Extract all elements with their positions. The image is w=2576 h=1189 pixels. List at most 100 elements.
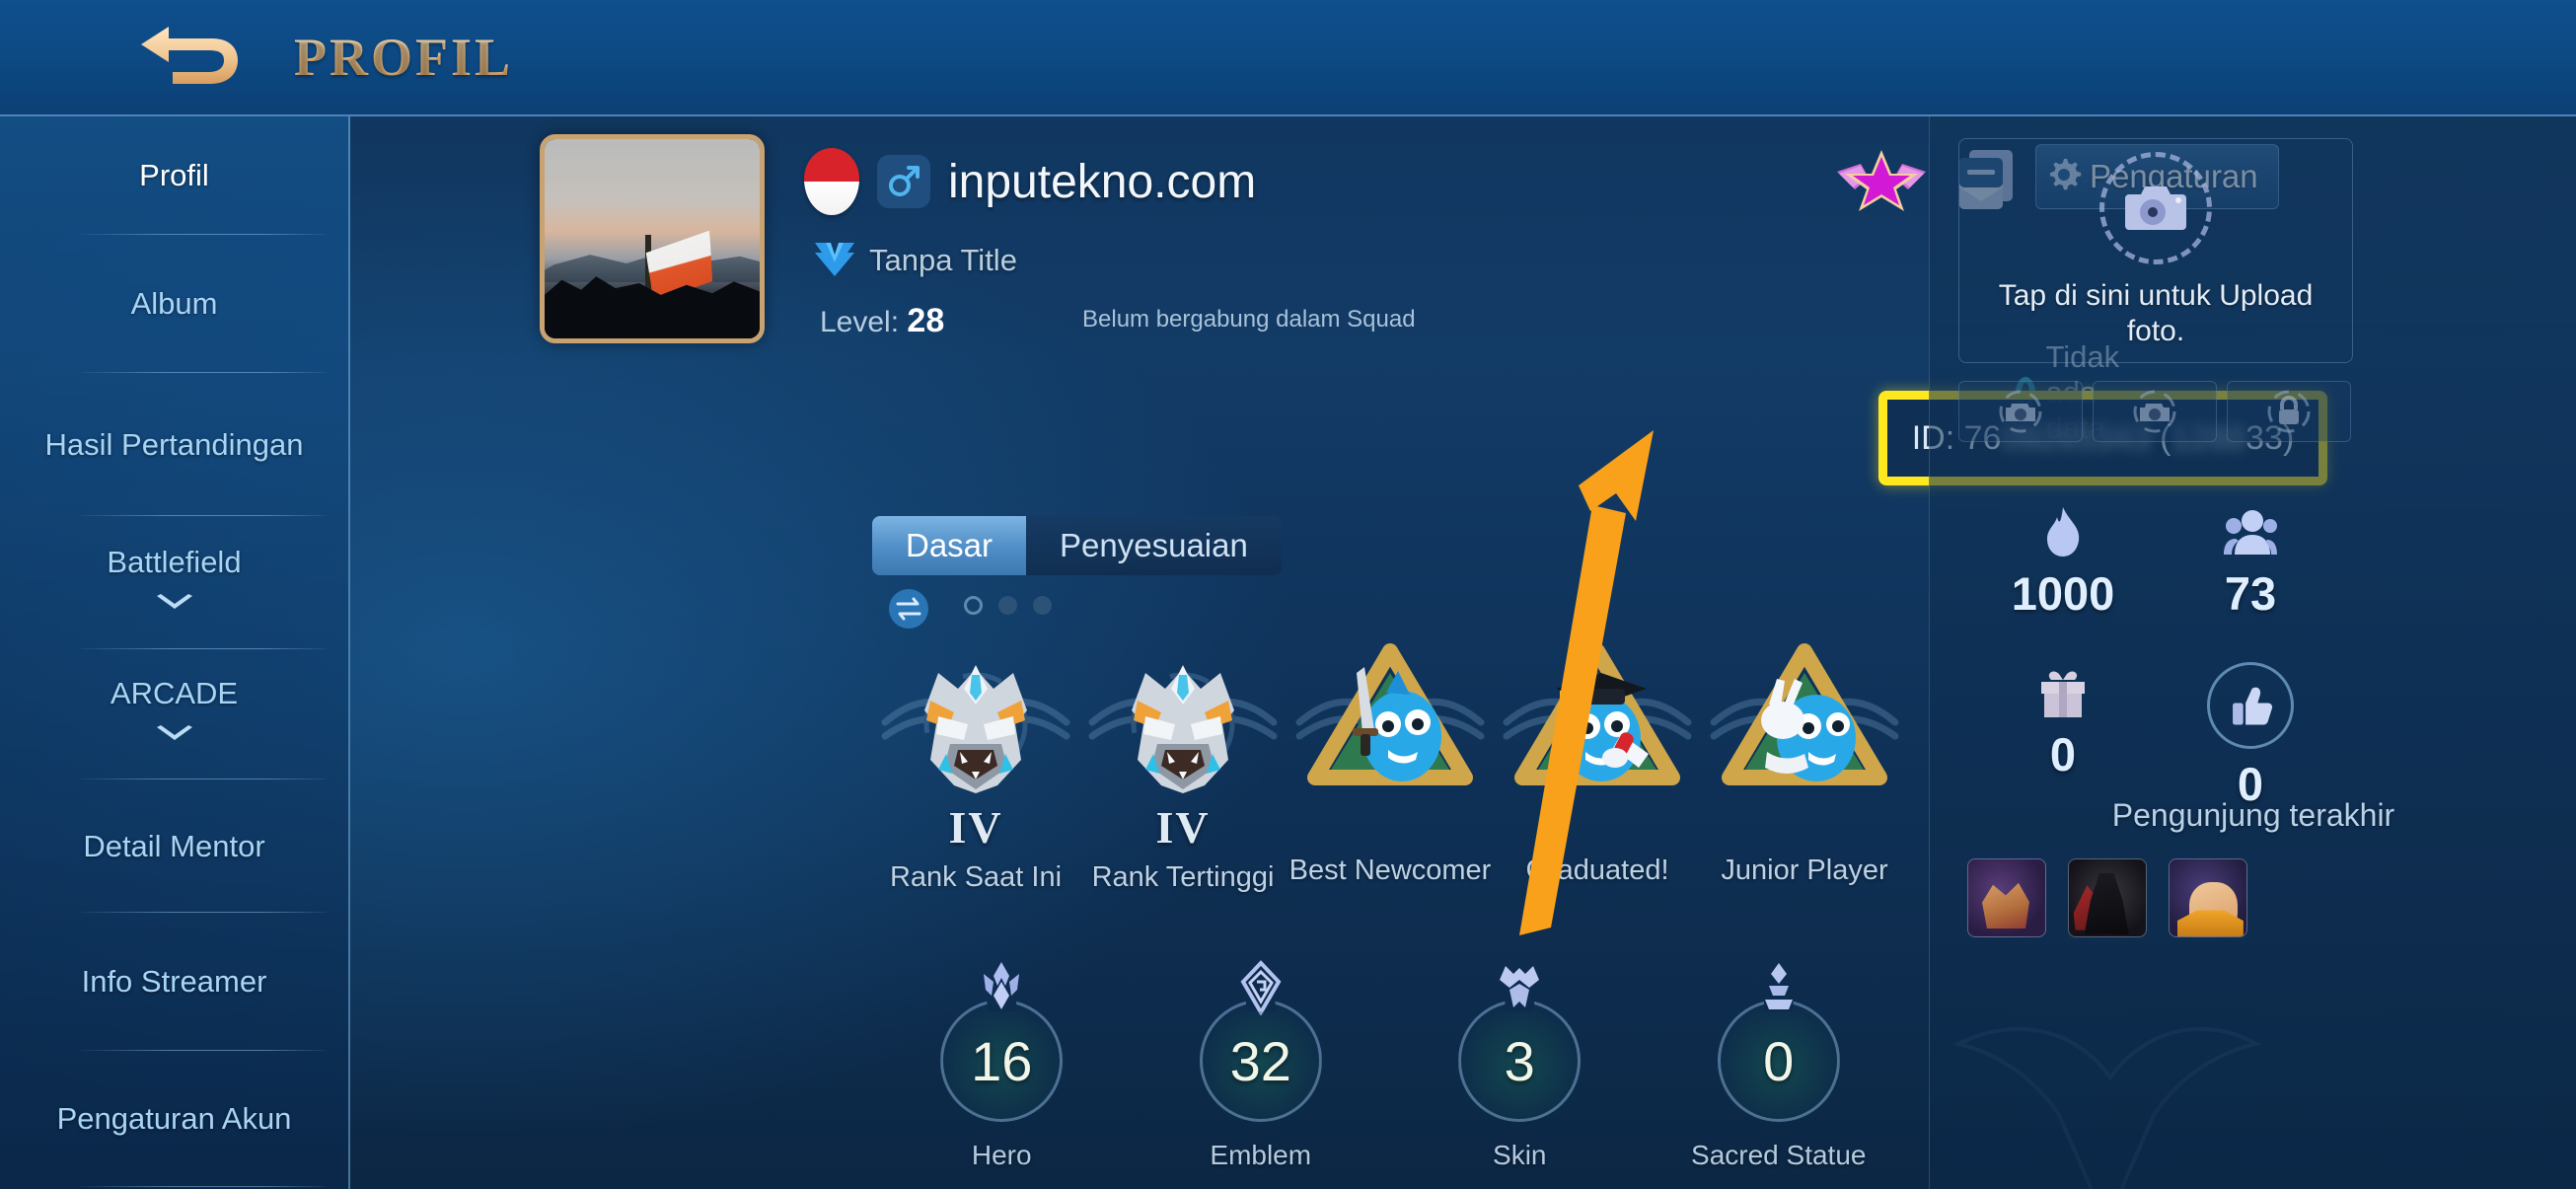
sidebar-item-label: Album: [130, 286, 218, 321]
thumbs-up-icon: [2207, 662, 2294, 749]
profile-counters: 1000 73 0 0: [1969, 501, 2344, 811]
counter-gifts[interactable]: 0: [1969, 662, 2157, 811]
creature-sword-badge-icon: [1291, 630, 1489, 807]
profile-screen: PROFIL Profil Album Hasil Pertandingan B…: [0, 0, 2576, 1189]
carousel-dot[interactable]: [1033, 596, 1052, 615]
counter-popularity[interactable]: 1000: [1969, 501, 2157, 621]
gift-icon: [2035, 662, 2091, 719]
badge-rank-tertinggi[interactable]: IV Rank Tertinggi: [1079, 630, 1287, 926]
badge-best-newcomer[interactable]: Best Newcomer: [1287, 630, 1494, 926]
counter-row: 0 0: [1969, 662, 2344, 811]
title-emblem-icon: [812, 237, 857, 283]
rank-value: IV: [948, 802, 1003, 853]
upload-photo-card[interactable]: Tap di sini untuk Upload foto.: [1958, 138, 2353, 363]
profile-tabs: Dasar Penyesuaian: [872, 516, 1282, 575]
counter-value: 73: [2224, 567, 2277, 620]
sidebar-item-detail-mentor[interactable]: Detail Mentor: [0, 780, 348, 913]
level-row: Level: 28: [820, 302, 944, 340]
badge-label: Best Newcomer: [1288, 855, 1492, 886]
upload-photo-text: Tap di sini untuk Upload foto.: [1998, 279, 2314, 347]
rank-wolf-head-icon: [1084, 630, 1282, 807]
sidebar-item-profil[interactable]: Profil: [0, 116, 348, 235]
profile-header: inputekno.com Tanpa Title Level: 28 Belu…: [350, 116, 2327, 485]
tab-dasar[interactable]: Dasar: [872, 516, 1027, 575]
creature-peace-badge-icon: [1706, 630, 1903, 807]
back-arrow-icon[interactable]: [138, 22, 247, 93]
stat-ring: 16: [940, 1000, 1064, 1122]
counter-value: 0: [2049, 728, 2077, 780]
badge-label: Rank Tertinggi: [1091, 861, 1275, 893]
counter-likes[interactable]: 0: [2157, 662, 2344, 811]
sidebar-item-album[interactable]: Album: [0, 235, 348, 373]
stat-ring: 0: [1717, 1000, 1840, 1122]
indonesia-flag-icon: [804, 148, 859, 215]
sidebar-item-label: ARCADE: [110, 676, 239, 710]
username-text: inputekno.com: [948, 155, 1257, 208]
camera-slot-icon[interactable]: [1958, 381, 2083, 442]
avatar[interactable]: [540, 134, 765, 343]
sidebar-item-battlefield[interactable]: Battlefield: [0, 516, 348, 649]
level-label: Level:: [820, 306, 900, 338]
badge-graduated[interactable]: Graduated!: [1494, 630, 1701, 926]
counter-friends[interactable]: 73: [2157, 501, 2344, 621]
stats-row: 16 Hero 32 Emblem 3 Skin 0 Sacred Statue: [872, 960, 1908, 1187]
stat-sacred-statue[interactable]: 0 Sacred Statue: [1650, 960, 1909, 1187]
username-row: inputekno.com: [804, 148, 1256, 215]
sidebar-item-arcade[interactable]: ARCADE: [0, 649, 348, 780]
carousel-dots: [964, 596, 1052, 615]
main-content: inputekno.com Tanpa Title Level: 28 Belu…: [350, 116, 2327, 1189]
stat-label: Sacred Statue: [1691, 1140, 1867, 1170]
sidebar-item-pengaturan-akun[interactable]: Pengaturan Akun: [0, 1051, 348, 1187]
badge-label: Graduated!: [1525, 855, 1669, 886]
visitors-list: [1967, 858, 2247, 937]
badges-row: IV Rank Saat Ini IV Rank Tertinggi Best …: [872, 630, 1908, 926]
player-title-text: Tanpa Title: [869, 242, 1017, 277]
sidebar-nav: Profil Album Hasil Pertandingan Battlefi…: [0, 116, 350, 1189]
stat-value: 32: [1229, 1029, 1291, 1092]
avatar-photo: [545, 139, 760, 338]
stat-value: 16: [971, 1029, 1033, 1092]
sidebar-item-label: Hasil Pertandingan: [44, 426, 304, 462]
stat-skin[interactable]: 3 Skin: [1390, 960, 1650, 1187]
right-panel: Tap di sini untuk Upload foto. 1000 73 0…: [1929, 116, 2576, 1189]
tab-penyesuaian[interactable]: Penyesuaian: [1026, 516, 1282, 575]
page-title: PROFIL: [294, 28, 514, 87]
swap-arrows-icon[interactable]: [888, 588, 929, 630]
divider: [81, 1186, 327, 1187]
visitor-avatar[interactable]: [2169, 858, 2247, 937]
creature-graduate-badge-icon: [1499, 630, 1696, 807]
carousel-dot[interactable]: [964, 596, 983, 615]
friends-icon: [2223, 501, 2278, 558]
camera-slot-icon[interactable]: [2093, 381, 2217, 442]
badge-junior-player[interactable]: Junior Player: [1701, 630, 1908, 926]
rank-value: IV: [1155, 802, 1211, 853]
visitor-avatar[interactable]: [1967, 858, 2046, 937]
chevron-down-icon: [153, 716, 196, 754]
camera-icon: [2099, 152, 2212, 264]
photo-slots: [1958, 381, 2351, 442]
sidebar-item-label: Pengaturan Akun: [56, 1101, 292, 1136]
stat-label: Skin: [1493, 1140, 1547, 1170]
badge-label: Junior Player: [1721, 855, 1888, 886]
stat-ring: 3: [1458, 1000, 1582, 1122]
stat-hero[interactable]: 16 Hero: [872, 960, 1132, 1187]
counter-row: 1000 73: [1969, 501, 2344, 621]
chevron-down-icon: [153, 585, 196, 623]
sidebar-item-label: Profil: [139, 158, 209, 192]
squad-status-text: Belum bergabung dalam Squad: [1082, 306, 1416, 333]
stat-label: Emblem: [1210, 1140, 1312, 1170]
lock-slot-icon[interactable]: [2227, 381, 2351, 442]
stat-label: Hero: [971, 1140, 1032, 1170]
stat-emblem[interactable]: 32 Emblem: [1132, 960, 1391, 1187]
flame-icon: [2035, 501, 2091, 558]
visitor-avatar[interactable]: [2068, 858, 2147, 937]
sidebar-item-hasil-pertandingan[interactable]: Hasil Pertandingan: [0, 373, 348, 516]
sidebar-item-label: Detail Mentor: [83, 828, 265, 863]
level-value: 28: [907, 302, 945, 339]
carousel-dot[interactable]: [998, 596, 1017, 615]
male-gender-icon: [877, 155, 930, 208]
app-header: PROFIL: [0, 0, 2576, 116]
winged-star-badge-icon[interactable]: [1835, 144, 1928, 213]
badge-rank-saat-ini[interactable]: IV Rank Saat Ini: [872, 630, 1079, 926]
sidebar-item-info-streamer[interactable]: Info Streamer: [0, 913, 348, 1051]
